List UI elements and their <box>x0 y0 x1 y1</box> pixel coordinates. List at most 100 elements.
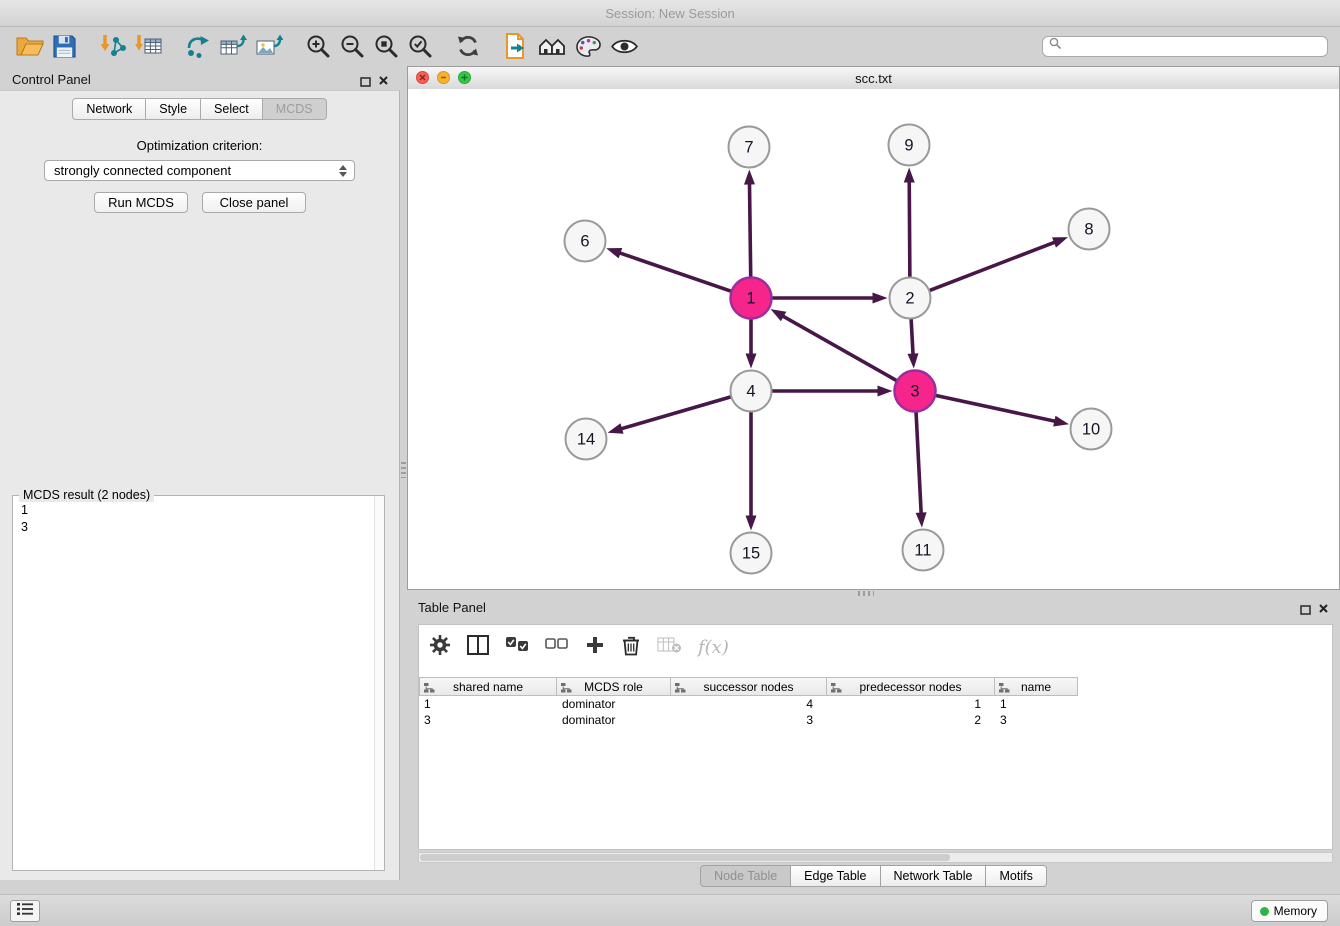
graph-edge-1-7[interactable] <box>749 182 750 276</box>
close-panel-button[interactable]: Close panel <box>202 192 306 213</box>
tab-select[interactable]: Select <box>201 98 263 120</box>
graph-node-6[interactable]: 6 <box>565 221 606 262</box>
hierarchy-icon <box>830 682 842 693</box>
table-cell: 3 <box>995 712 1078 728</box>
column-header-predecessor-nodes[interactable]: predecessor nodes <box>827 677 995 696</box>
graph-node-7[interactable]: 7 <box>729 127 770 168</box>
refresh-view-icon[interactable] <box>455 30 481 62</box>
graph-node-14[interactable]: 14 <box>566 419 607 460</box>
zoom-selected-icon[interactable] <box>407 30 433 62</box>
main-toolbar <box>0 27 1340 65</box>
maximize-window-icon[interactable] <box>458 71 471 84</box>
tab-node-table[interactable]: Node Table <box>700 865 791 887</box>
tab-mcds[interactable]: MCDS <box>263 98 327 120</box>
vertical-splitter-handle[interactable] <box>401 462 406 478</box>
split-panel-icon[interactable] <box>467 635 489 660</box>
column-header-MCDS-role[interactable]: MCDS role <box>557 677 671 696</box>
graph-edge-2-3[interactable] <box>911 319 913 355</box>
export-image-icon[interactable] <box>255 30 283 62</box>
import-table-icon[interactable] <box>135 30 163 62</box>
column-header-name[interactable]: name <box>995 677 1078 696</box>
graph-edge-3-11[interactable] <box>916 412 921 514</box>
export-network-icon[interactable] <box>185 30 211 62</box>
import-network-icon[interactable] <box>99 30 127 62</box>
network-window-title: scc.txt <box>855 71 892 86</box>
zoom-fit-icon[interactable] <box>373 30 399 62</box>
export-table-icon[interactable] <box>219 30 247 62</box>
scrollbar-thumb[interactable] <box>420 854 950 861</box>
open-session-icon[interactable] <box>16 30 44 62</box>
network-window-titlebar[interactable]: scc.txt <box>408 67 1339 90</box>
style-paint-icon[interactable] <box>575 30 602 62</box>
column-header-successor-nodes[interactable]: successor nodes <box>671 677 827 696</box>
criterion-dropdown-value: strongly connected component <box>54 163 231 178</box>
table-cell: 3 <box>671 712 827 728</box>
graph-edge-1-6[interactable] <box>619 253 731 291</box>
window-controls <box>416 71 471 84</box>
zoom-out-icon[interactable] <box>339 30 365 62</box>
task-history-button[interactable] <box>10 900 40 922</box>
horizontal-splitter-handle[interactable] <box>858 591 874 596</box>
control-panel-close-icon[interactable] <box>378 73 389 91</box>
add-column-icon[interactable] <box>585 635 605 660</box>
result-line: 1 <box>21 502 28 519</box>
table-panel-close-icon[interactable] <box>1318 601 1329 619</box>
graph-node-15[interactable]: 15 <box>731 533 772 574</box>
minimize-window-icon[interactable] <box>437 71 450 84</box>
graph-edge-4-14[interactable] <box>620 397 730 429</box>
graph-node-9[interactable]: 9 <box>889 125 930 166</box>
svg-text:6: 6 <box>580 233 589 251</box>
first-neighbors-icon[interactable] <box>537 30 567 62</box>
delete-column-icon[interactable] <box>621 634 641 661</box>
graph-node-11[interactable]: 11 <box>903 530 944 571</box>
graph-node-10[interactable]: 10 <box>1071 409 1112 450</box>
graph-node-2[interactable]: 2 <box>890 278 931 319</box>
deselect-all-icon[interactable] <box>545 636 569 658</box>
network-canvas[interactable]: 7 9 6 8 1 2 4 3 14 10 15 11 <box>408 89 1339 589</box>
open-network-file-icon[interactable] <box>503 30 529 62</box>
search-field[interactable] <box>1042 36 1328 57</box>
run-mcds-button[interactable]: Run MCDS <box>94 192 188 213</box>
table-horizontal-scrollbar[interactable] <box>418 852 1333 863</box>
graph-edge-arrowhead <box>746 516 757 531</box>
select-all-icon[interactable] <box>505 636 529 658</box>
result-scrollbar[interactable] <box>374 496 384 870</box>
zoom-in-icon[interactable] <box>305 30 331 62</box>
table-row[interactable]: 3dominator323 <box>419 712 1332 728</box>
show-hide-graphics-icon[interactable] <box>610 30 639 62</box>
tab-motifs[interactable]: Motifs <box>986 865 1046 887</box>
table-header-row: shared nameMCDS rolesuccessor nodesprede… <box>419 677 1078 696</box>
save-session-icon[interactable] <box>52 30 77 62</box>
graph-node-4[interactable]: 4 <box>731 371 772 412</box>
graph-edge-3-10[interactable] <box>936 396 1056 422</box>
criterion-dropdown[interactable]: strongly connected component <box>44 160 355 181</box>
hierarchy-icon <box>423 682 435 693</box>
svg-text:4: 4 <box>746 383 755 401</box>
memory-button[interactable]: Memory <box>1251 900 1328 922</box>
column-header-shared-name[interactable]: shared name <box>419 677 557 696</box>
graph-edge-arrowhead <box>1052 237 1068 248</box>
search-input[interactable] <box>1066 38 1321 54</box>
svg-text:14: 14 <box>577 431 595 449</box>
svg-text:1: 1 <box>746 290 755 308</box>
graph-node-1[interactable]: 1 <box>731 278 772 319</box>
table-row[interactable]: 1dominator411 <box>419 696 1332 712</box>
table-body: 1dominator4113dominator323 <box>419 696 1332 728</box>
tab-style[interactable]: Style <box>146 98 201 120</box>
close-window-icon[interactable] <box>416 71 429 84</box>
status-bar: Memory <box>0 894 1340 926</box>
window-title: Session: New Session <box>605 6 734 21</box>
optimization-criterion-label: Optimization criterion: <box>0 138 399 153</box>
settings-gear-icon[interactable] <box>429 634 451 661</box>
graph-node-3[interactable]: 3 <box>895 371 936 412</box>
graph-edge-3-1[interactable] <box>782 316 896 381</box>
table-panel-float-icon[interactable] <box>1300 602 1311 620</box>
tab-edge-table[interactable]: Edge Table <box>791 865 880 887</box>
tab-network[interactable]: Network <box>72 98 146 120</box>
graph-edge-2-8[interactable] <box>930 242 1056 290</box>
graph-node-8[interactable]: 8 <box>1069 209 1110 250</box>
graph-edge-arrowhead <box>1053 416 1069 427</box>
graph-edge-2-9[interactable] <box>909 180 910 276</box>
function-builder-icon: f(x) <box>698 637 729 658</box>
tab-network-table[interactable]: Network Table <box>881 865 987 887</box>
